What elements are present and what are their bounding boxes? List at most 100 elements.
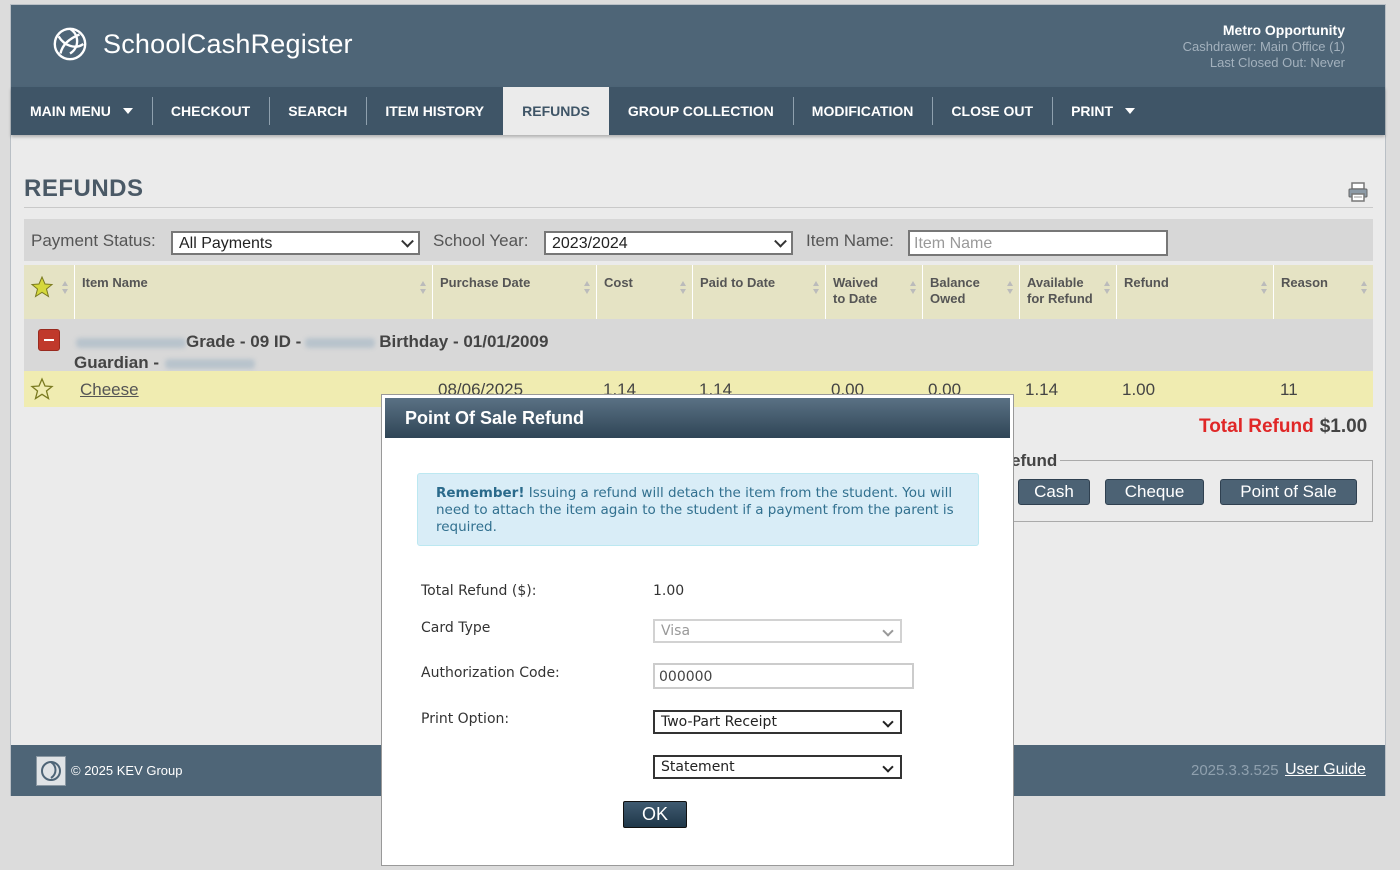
dialog-title[interactable]: Point Of Sale Refund (385, 398, 1010, 438)
column-label: Cost (604, 275, 633, 290)
school-year-value: 2023/2024 (552, 235, 628, 252)
sort-icon (62, 281, 69, 295)
table-header: Item Name Purchase Date Cost Paid to Dat… (24, 265, 1373, 319)
printer-icon[interactable] (1347, 181, 1369, 203)
ok-button[interactable]: OK (623, 801, 687, 828)
nav-close-out-label: CLOSE OUT (951, 103, 1034, 119)
school-year-label: School Year: (433, 231, 529, 250)
chevron-down-icon (122, 108, 133, 114)
copyright-text: © 2025 KEV Group (71, 763, 183, 778)
redacted-student-name (76, 337, 186, 348)
header: SchoolCashRegister Metro Opportunity Cas… (11, 5, 1385, 87)
cash-refund-button[interactable]: Cash (1018, 479, 1090, 505)
nav-modification-label: MODIFICATION (811, 103, 914, 119)
column-waived-to-date[interactable]: Waived to Date (825, 265, 922, 319)
pos-refund-dialog: Point Of Sale Refund Remember! Issuing a… (381, 394, 1014, 866)
school-year-select[interactable]: 2023/2024 (544, 231, 793, 255)
user-guide-link[interactable]: User Guide (1285, 761, 1366, 779)
header-info: Metro Opportunity Cashdrawer: Main Offic… (1183, 22, 1345, 71)
nav-item-history-label: ITEM HISTORY (385, 103, 485, 119)
nav-main-menu[interactable]: MAIN MENU (11, 87, 152, 135)
sort-icon (1007, 281, 1014, 295)
column-refund[interactable]: Refund (1116, 265, 1273, 319)
card-type-select[interactable]: Visa (653, 619, 902, 643)
nav-search[interactable]: SEARCH (269, 87, 366, 135)
column-label: Available for Refund (1027, 275, 1093, 306)
card-type-label: Card Type (421, 620, 491, 636)
payment-status-value: All Payments (179, 235, 273, 252)
column-purchase-date[interactable]: Purchase Date (432, 265, 596, 319)
print-option-secondary-select[interactable]: Statement (653, 755, 902, 779)
nav-close-out[interactable]: CLOSE OUT (932, 87, 1052, 135)
column-cost[interactable]: Cost (596, 265, 692, 319)
nav-item-history[interactable]: ITEM HISTORY (366, 87, 503, 135)
refund-method-panel: efund Cash Cheque Point of Sale (1001, 451, 1373, 522)
column-label: Waived to Date (833, 275, 879, 306)
print-option-label: Print Option: (421, 711, 510, 727)
column-label: Balance Owed (930, 275, 980, 306)
payment-status-select[interactable]: All Payments (171, 231, 420, 255)
item-name-placeholder: Item Name (914, 235, 993, 252)
remember-alert: Remember! Issuing a refund will detach t… (417, 473, 979, 546)
authorization-code-label: Authorization Code: (421, 665, 560, 681)
sort-icon (813, 281, 820, 295)
star-icon (30, 275, 54, 298)
chevron-down-icon (882, 625, 894, 637)
chevron-down-icon (1125, 108, 1136, 114)
sort-icon (680, 281, 687, 295)
cashdrawer-info: Cashdrawer: Main Office (1) (1182, 39, 1345, 54)
nav-print[interactable]: PRINT (1052, 87, 1154, 135)
column-label: Paid to Date (700, 275, 776, 290)
page-title: REFUNDS (24, 175, 144, 202)
available-for-refund-cell: 1.14 (1025, 380, 1059, 399)
chevron-down-icon (401, 234, 414, 248)
total-refund-value: $1.00 (1319, 416, 1368, 437)
point-of-sale-refund-button[interactable]: Point of Sale (1220, 479, 1357, 505)
cheque-refund-button[interactable]: Cheque (1105, 479, 1204, 505)
column-item-name[interactable]: Item Name (74, 265, 432, 319)
guardian-line: Guardian - (74, 353, 256, 373)
star-column-header[interactable] (24, 265, 74, 319)
nav-group-collection[interactable]: GROUP COLLECTION (609, 87, 793, 135)
print-option-select[interactable]: Two-Part Receipt (653, 710, 902, 734)
print-option-value: Two-Part Receipt (661, 714, 777, 730)
star-icon[interactable] (30, 377, 54, 401)
student-grade-id: Grade - 09 ID - (186, 332, 302, 351)
filter-bar: Payment Status: All Payments School Year… (24, 219, 1373, 261)
nav-checkout-label: CHECKOUT (170, 103, 251, 119)
nav-search-label: SEARCH (288, 103, 348, 119)
nav-print-label: PRINT (1071, 103, 1114, 119)
total-refund-label: Total Refund (1199, 416, 1314, 437)
sort-icon (584, 281, 591, 295)
column-label: Item Name (82, 275, 148, 290)
alert-strong: Remember! (436, 485, 525, 501)
total-refund-value: 1.00 (653, 583, 685, 599)
item-name-label: Item Name: (806, 231, 894, 250)
nav-modification[interactable]: MODIFICATION (792, 87, 933, 135)
column-balance-owed[interactable]: Balance Owed (922, 265, 1019, 319)
org-name: Metro Opportunity (1222, 22, 1345, 38)
chevron-down-icon (882, 716, 894, 728)
item-name-input[interactable]: Item Name (908, 230, 1168, 256)
last-closed-info: Last Closed Out: Never (1209, 55, 1345, 70)
item-name-link[interactable]: Cheese (80, 380, 139, 400)
collapse-minus-icon[interactable] (38, 329, 60, 351)
payment-status-label: Payment Status: (31, 231, 156, 250)
student-info-line: Grade - 09 ID - Birthday - 01/01/2009 (76, 332, 548, 352)
redacted-guardian-name (165, 358, 256, 369)
nav-checkout[interactable]: CHECKOUT (151, 87, 269, 135)
logo-icon (53, 27, 87, 61)
chevron-down-icon (882, 761, 894, 773)
logo[interactable]: SchoolCashRegister (51, 25, 353, 63)
refund-panel-legend: efund (1008, 451, 1061, 471)
version-text: 2025.3.3.525 (1191, 762, 1279, 779)
sort-icon (1261, 281, 1268, 295)
column-paid-to-date[interactable]: Paid to Date (692, 265, 825, 319)
column-available-for-refund[interactable]: Available for Refund (1019, 265, 1116, 319)
refund-amount-cell[interactable]: 1.00 (1122, 380, 1155, 400)
nav-refunds[interactable]: REFUNDS (503, 87, 609, 135)
sort-icon (910, 281, 917, 295)
authorization-code-input[interactable]: 000000 (653, 663, 914, 689)
reason-cell[interactable]: 11 (1280, 380, 1298, 400)
column-reason[interactable]: Reason (1273, 265, 1373, 319)
